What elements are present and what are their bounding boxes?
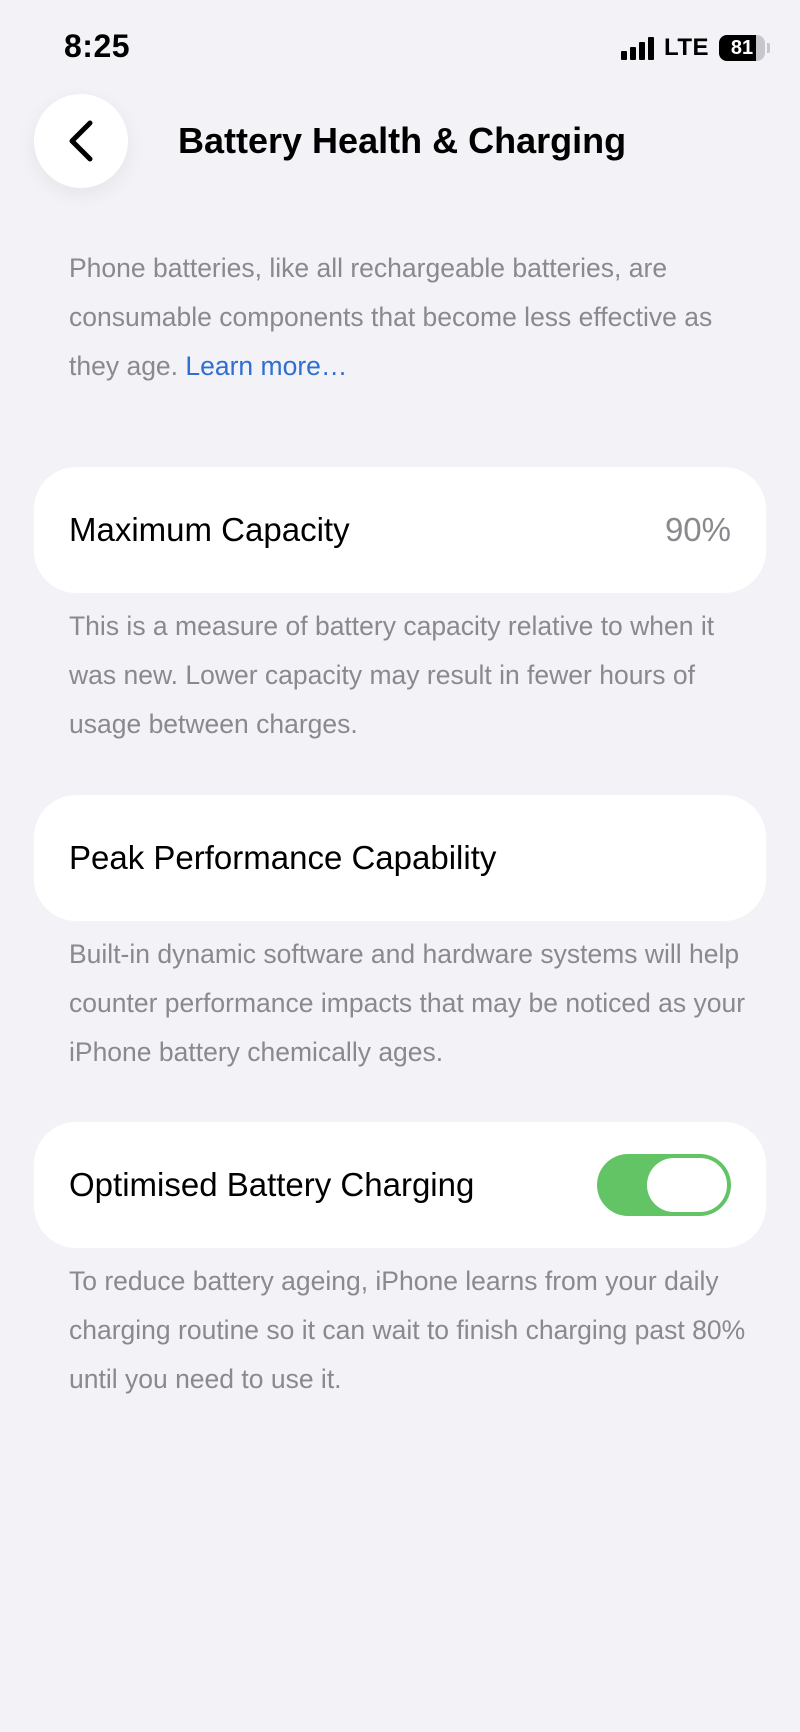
status-time: 8:25 <box>64 28 131 64</box>
battery-body: 81 <box>719 35 765 61</box>
optimised-charging-label: Optimised Battery Charging <box>69 1166 475 1203</box>
maximum-capacity-label: Maximum Capacity <box>69 511 350 548</box>
chevron-left-icon <box>69 120 93 162</box>
intro-text: Phone batteries, like all rechargeable b… <box>69 253 713 381</box>
status-bar: 8:25 LTE 81 <box>0 0 800 100</box>
peak-performance-label: Peak Performance Capability <box>69 839 497 876</box>
toggle-knob <box>647 1158 727 1212</box>
peak-performance-row[interactable]: Peak Performance Capability <box>34 795 766 921</box>
maximum-capacity-row: Maximum Capacity 90% <box>34 467 766 593</box>
battery-level: 81 <box>730 36 754 59</box>
cellular-signal-icon <box>620 36 654 60</box>
maximum-capacity-value: 90% <box>664 511 731 548</box>
battery-icon: 81 <box>719 35 770 61</box>
learn-more-link[interactable]: Learn more… <box>185 351 347 381</box>
page-title: Battery Health & Charging <box>178 120 627 161</box>
back-button[interactable] <box>34 94 128 188</box>
optimised-charging-row: Optimised Battery Charging <box>34 1122 766 1248</box>
peak-performance-description: Built-in dynamic software and hardware s… <box>69 939 746 1067</box>
network-type: LTE <box>663 34 709 61</box>
optimised-charging-toggle[interactable] <box>597 1154 731 1216</box>
optimised-charging-description: To reduce battery ageing, iPhone learns … <box>69 1266 746 1394</box>
battery-cap <box>767 43 770 53</box>
status-indicators: LTE 81 <box>620 34 770 62</box>
maximum-capacity-description: This is a measure of battery capacity re… <box>69 611 715 739</box>
intro-description: Phone batteries, like all rechargeable b… <box>69 244 749 391</box>
